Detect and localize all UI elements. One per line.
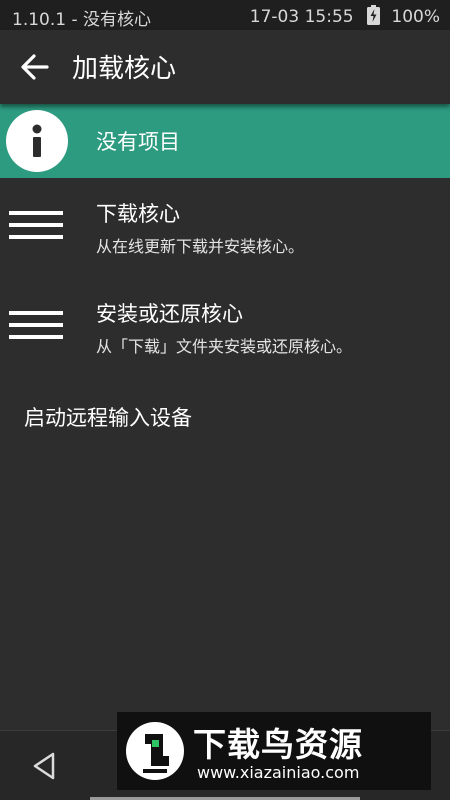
menu-item-download-core[interactable]: 下载核心 从在线更新下载并安装核心。 — [0, 186, 450, 270]
triangle-back-icon — [33, 752, 55, 780]
remote-input-label: 启动远程输入设备 — [24, 406, 192, 430]
menu-item-subtitle: 从在线更新下载并安装核心。 — [96, 237, 305, 256]
status-bar: 1.10.1 - 没有核心 17-03 15:55 100% — [0, 0, 450, 30]
page-title: 加载核心 — [72, 54, 177, 84]
watermark: 下载鸟资源 www.xiazainiao.com — [117, 712, 431, 790]
app-bar: 加载核心 — [0, 30, 450, 104]
info-label: 没有项目 — [96, 130, 180, 154]
status-app-info: 1.10.1 - 没有核心 — [12, 10, 152, 30]
status-datetime: 17-03 15:55 — [249, 7, 354, 27]
status-right: 17-03 15:55 100% — [250, 5, 440, 30]
screen: 1.10.1 - 没有核心 17-03 15:55 100% 加载核心 没有项目… — [0, 0, 450, 800]
info-icon — [6, 110, 68, 172]
nav-back-button[interactable] — [28, 749, 62, 783]
bird-logo-icon — [126, 722, 184, 780]
menu-item-title: 下载核心 — [96, 202, 180, 226]
hamburger-icon — [9, 211, 63, 239]
info-row[interactable]: 没有项目 — [0, 104, 450, 178]
menu-item-remote-input[interactable]: 启动远程输入设备 — [0, 392, 450, 438]
hamburger-icon — [9, 311, 63, 339]
watermark-title: 下载鸟资源 — [193, 725, 363, 764]
watermark-url: www.xiazainiao.com — [197, 763, 360, 782]
back-button[interactable] — [14, 47, 54, 87]
arrow-left-icon — [21, 54, 49, 80]
battery-charging-icon — [366, 5, 380, 30]
menu-item-install-restore-core[interactable]: 安装或还原核心 从「下载」文件夹安装或还原核心。 — [0, 286, 450, 370]
menu-item-subtitle: 从「下载」文件夹安装或还原核心。 — [96, 337, 353, 356]
menu-item-title: 安装或还原核心 — [96, 302, 243, 326]
status-battery-level: 100% — [391, 7, 440, 27]
